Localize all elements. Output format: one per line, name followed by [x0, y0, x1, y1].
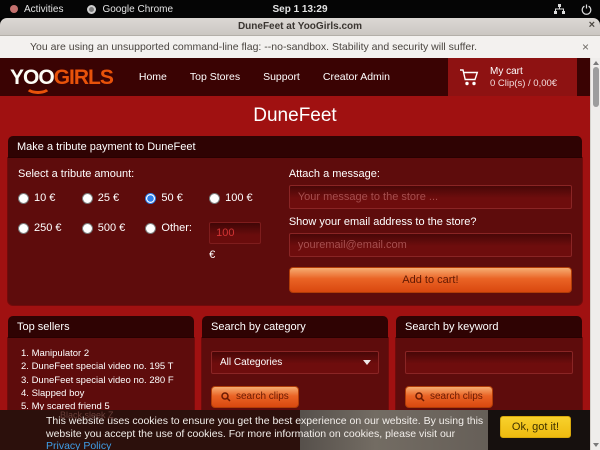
email-input[interactable] [289, 233, 572, 257]
chevron-down-icon [363, 360, 371, 365]
window-title: DuneFeet at YooGirls.com [238, 21, 362, 32]
amount-option-10[interactable]: 10 € [18, 192, 82, 204]
window-close-icon[interactable]: × [589, 19, 595, 31]
top-sellers-panel: Top sellers Manipulator 2 DuneFeet speci… [8, 316, 194, 422]
site-header: YOOGIRLS Home Top Stores Support Creator… [0, 58, 590, 96]
amount-radio-other[interactable] [145, 223, 156, 234]
page-body: DuneFeet Make a tribute payment to DuneF… [0, 96, 590, 450]
search-category-panel: Search by category All Categories [202, 316, 388, 422]
list-item[interactable]: DuneFeet special video no. 280 F [21, 374, 185, 387]
add-to-cart-button[interactable]: Add to cart! [289, 267, 572, 293]
amount-option-25[interactable]: 25 € [82, 192, 146, 204]
clock[interactable]: Sep 1 13:29 [0, 4, 600, 15]
top-sellers-title: Top sellers [8, 316, 194, 338]
keyword-input[interactable] [405, 351, 573, 374]
warning-text: You are using an unsupported command-lin… [30, 41, 477, 53]
search-keyword-title: Search by keyword [396, 316, 582, 338]
logo-text-girls: GIRLS [54, 66, 113, 89]
list-item[interactable]: DuneFeet special video no. 195 T [21, 360, 185, 373]
tribute-panel: Make a tribute payment to DuneFeet Selec… [8, 136, 582, 305]
nav-item-home[interactable]: Home [139, 71, 167, 83]
privacy-policy-link[interactable]: Privacy Policy [46, 440, 111, 450]
my-cart-button[interactable]: My cart 0 Clip(s) / 0,00€ [448, 58, 577, 96]
search-icon [415, 392, 425, 402]
window-title-bar: DuneFeet at YooGirls.com × [0, 18, 600, 36]
message-label: Attach a message: [289, 168, 572, 180]
amount-options: 10 € 25 € 50 € [18, 192, 273, 261]
cookie-message: This website uses cookies to ensure you … [46, 415, 484, 450]
amount-radio-100[interactable] [209, 193, 220, 204]
list-item[interactable]: Slapped boy [21, 387, 185, 400]
browser-viewport: YOOGIRLS Home Top Stores Support Creator… [0, 58, 600, 450]
warning-bar: You are using an unsupported command-lin… [0, 36, 600, 58]
cookie-consent-bar: Black sleek Z This website uses cookies … [0, 410, 590, 450]
amount-option-500[interactable]: 500 € [82, 222, 146, 234]
search-keyword-panel: Search by keyword search clips [396, 316, 582, 422]
network-icon[interactable] [554, 4, 565, 15]
power-icon[interactable] [581, 4, 592, 15]
webpage: YOOGIRLS Home Top Stores Support Creator… [0, 58, 590, 450]
search-category-title: Search by category [202, 316, 388, 338]
logo-text-y: Y [10, 66, 23, 89]
scrollbar-thumb[interactable] [593, 67, 599, 107]
cart-summary: 0 Clip(s) / 0,00€ [490, 78, 557, 89]
cookie-accept-button[interactable]: Ok, got it! [500, 416, 571, 438]
message-input[interactable] [289, 185, 572, 209]
amount-option-50[interactable]: 50 € [145, 192, 209, 204]
currency-symbol: € [209, 249, 273, 261]
main-nav: Home Top Stores Support Creator Admin [139, 71, 390, 83]
warning-close-icon[interactable]: × [582, 40, 589, 54]
search-clips-category-button[interactable]: search clips [211, 386, 299, 408]
amount-option-100[interactable]: 100 € [209, 192, 273, 204]
other-amount-cell: € [209, 222, 273, 261]
scroll-down-icon[interactable] [593, 443, 599, 447]
search-clips-keyword-button[interactable]: search clips [405, 386, 493, 408]
list-item[interactable]: Manipulator 2 [21, 347, 185, 360]
category-select[interactable]: All Categories [211, 351, 379, 374]
amount-radio-500[interactable] [82, 223, 93, 234]
cart-icon [459, 68, 481, 87]
bottom-panels: Top sellers Manipulator 2 DuneFeet speci… [8, 316, 582, 422]
search-icon [221, 392, 231, 402]
amount-radio-50[interactable] [145, 193, 156, 204]
amount-radio-10[interactable] [18, 193, 29, 204]
nav-item-top-stores[interactable]: Top Stores [190, 71, 240, 83]
amount-label: Select a tribute amount: [18, 168, 273, 180]
other-amount-input[interactable] [209, 222, 261, 244]
logo-smiley: OO [23, 66, 54, 89]
site-logo[interactable]: YOOGIRLS [10, 67, 113, 88]
nav-item-support[interactable]: Support [263, 71, 300, 83]
cart-title: My cart [490, 66, 557, 77]
amount-radio-25[interactable] [82, 193, 93, 204]
amount-radio-250[interactable] [18, 223, 29, 234]
amount-option-250[interactable]: 250 € [18, 222, 82, 234]
page-title: DuneFeet [8, 105, 582, 127]
system-top-bar: Activities Google Chrome Sep 1 13:29 [0, 0, 600, 18]
amount-option-other[interactable]: Other: [145, 222, 209, 234]
email-label: Show your email address to the store? [289, 216, 572, 228]
top-sellers-list: Manipulator 2 DuneFeet special video no.… [17, 347, 185, 413]
tribute-panel-title: Make a tribute payment to DuneFeet [8, 136, 582, 158]
nav-item-creator-admin[interactable]: Creator Admin [323, 71, 390, 83]
scroll-up-icon[interactable] [593, 61, 599, 65]
scrollbar[interactable] [590, 58, 600, 450]
